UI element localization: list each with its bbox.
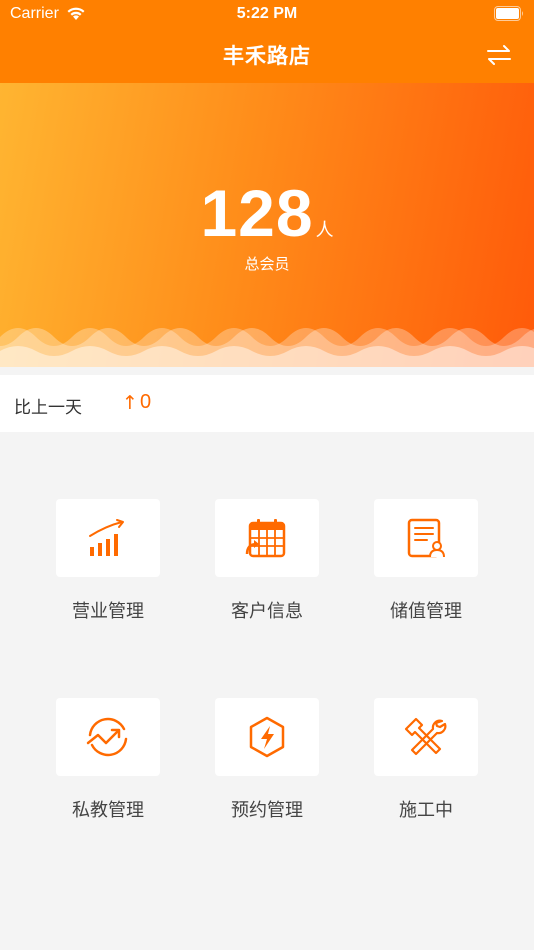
member-summary-banner: 128 人 总会员: [0, 83, 534, 367]
menu-label: 储值管理: [390, 601, 462, 622]
compare-value: 0: [140, 391, 152, 413]
member-count: 128 人: [0, 175, 534, 251]
navigation-bar: Carrier 5:22 PM 丰禾路店: [0, 0, 534, 83]
member-count-unit: 人: [315, 220, 334, 240]
menu-label: 营业管理: [72, 601, 144, 622]
menu-icon-box: [374, 698, 478, 776]
menu-label: 私教管理: [72, 800, 144, 821]
lightning-hexagon-icon: [249, 716, 285, 758]
member-count-label: 总会员: [244, 255, 290, 273]
battery-icon: [494, 6, 523, 21]
page-title: 丰禾路店: [223, 44, 311, 68]
menu-icon-box: [374, 499, 478, 577]
menu-label: 施工中: [399, 800, 453, 821]
daily-compare-row: 比上一天 ↑ 0: [0, 375, 534, 432]
menu-icon-box: [215, 499, 319, 577]
wave-decoration: [0, 328, 534, 367]
arrow-up-icon: ↑: [122, 392, 138, 414]
calendar-icon: [245, 519, 286, 558]
menu-label: 预约管理: [231, 800, 303, 821]
tools-icon: [404, 717, 447, 756]
status-bar: Carrier 5:22 PM: [0, 0, 534, 28]
menu-item-stored-value[interactable]: 储值管理: [346, 499, 506, 639]
business-chart-icon: [89, 519, 124, 556]
menu-label: 客户信息: [231, 601, 303, 622]
menu-item-appointment[interactable]: 预约管理: [187, 698, 347, 838]
menu-icon-box: [56, 499, 160, 577]
menu-icon-box: [56, 698, 160, 776]
trend-circle-icon: [86, 717, 128, 757]
switch-arrows-icon[interactable]: [486, 43, 512, 67]
menu-item-private-coach[interactable]: 私教管理: [28, 698, 188, 838]
member-count-value: 128: [200, 176, 314, 250]
clock: 5:22 PM: [236, 5, 298, 22]
menu-icon-box: [215, 698, 319, 776]
menu-item-customer[interactable]: 客户信息: [187, 499, 347, 639]
compare-label: 比上一天: [14, 398, 82, 418]
document-user-icon: [407, 518, 445, 558]
menu-item-construction[interactable]: 施工中: [346, 698, 506, 838]
menu-item-business[interactable]: 营业管理: [28, 499, 188, 639]
